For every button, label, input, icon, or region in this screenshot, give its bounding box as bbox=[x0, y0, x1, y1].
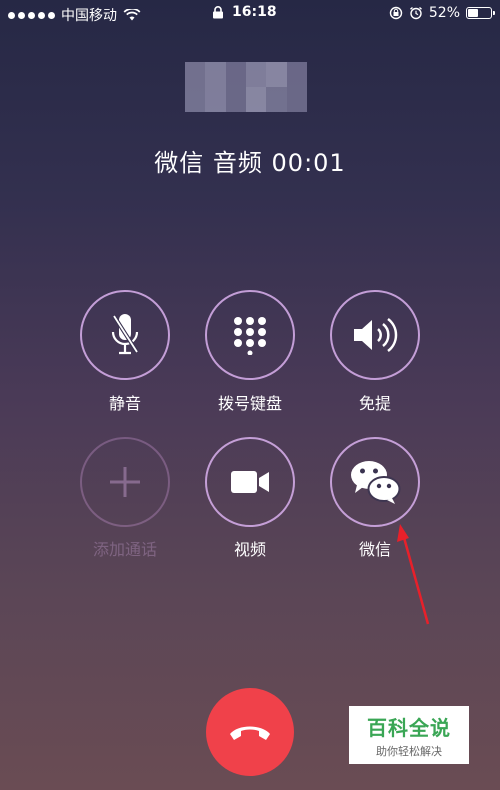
status-left: 中国移动 bbox=[8, 5, 141, 25]
video-camera-icon bbox=[231, 471, 269, 493]
add-call-label: 添加通话 bbox=[92, 540, 157, 559]
lock-icon bbox=[213, 5, 223, 18]
call-status: 微信 音频 00:01 bbox=[154, 149, 346, 177]
watermark-logo: 百科全说 助你轻松解决 bbox=[349, 706, 469, 764]
rotation-lock-icon bbox=[389, 6, 403, 20]
microphone-off-icon bbox=[111, 314, 139, 355]
speaker-label: 免提 bbox=[358, 394, 391, 413]
battery-percent: 52% bbox=[428, 5, 460, 21]
speaker-button[interactable] bbox=[330, 290, 420, 380]
caller-name-pixelated bbox=[185, 62, 307, 112]
wifi-icon bbox=[123, 9, 141, 21]
watermark-subtitle: 助你轻松解决 bbox=[376, 744, 442, 758]
mute-button[interactable] bbox=[80, 290, 170, 380]
keypad-icon bbox=[234, 317, 266, 355]
red-arrow-icon bbox=[397, 524, 430, 625]
add-call-button[interactable] bbox=[80, 437, 170, 527]
carrier-name: 中国移动 bbox=[61, 8, 117, 24]
mute-label: 静音 bbox=[108, 394, 141, 413]
keypad-button[interactable] bbox=[205, 290, 295, 380]
video-label: 视频 bbox=[233, 540, 266, 559]
wechat-button[interactable] bbox=[330, 437, 420, 527]
battery-icon bbox=[466, 7, 495, 19]
keypad-label: 拨号键盘 bbox=[217, 394, 282, 413]
hang-up-icon bbox=[230, 726, 270, 740]
battery-fill bbox=[468, 9, 479, 17]
plus-icon bbox=[110, 467, 140, 497]
status-right: 52% bbox=[389, 5, 495, 21]
speaker-icon bbox=[354, 318, 398, 352]
status-bar: 中国移动 16:18 52% bbox=[0, 0, 500, 28]
alarm-icon bbox=[409, 6, 422, 20]
status-time: 16:18 bbox=[232, 4, 277, 20]
status-center: 16:18 bbox=[212, 4, 277, 20]
end-call-button[interactable] bbox=[206, 688, 294, 776]
wechat-icon bbox=[351, 461, 401, 504]
watermark-title: 百科全说 bbox=[367, 715, 451, 740]
signal-strength-icon bbox=[8, 11, 55, 19]
video-button[interactable] bbox=[205, 437, 295, 527]
